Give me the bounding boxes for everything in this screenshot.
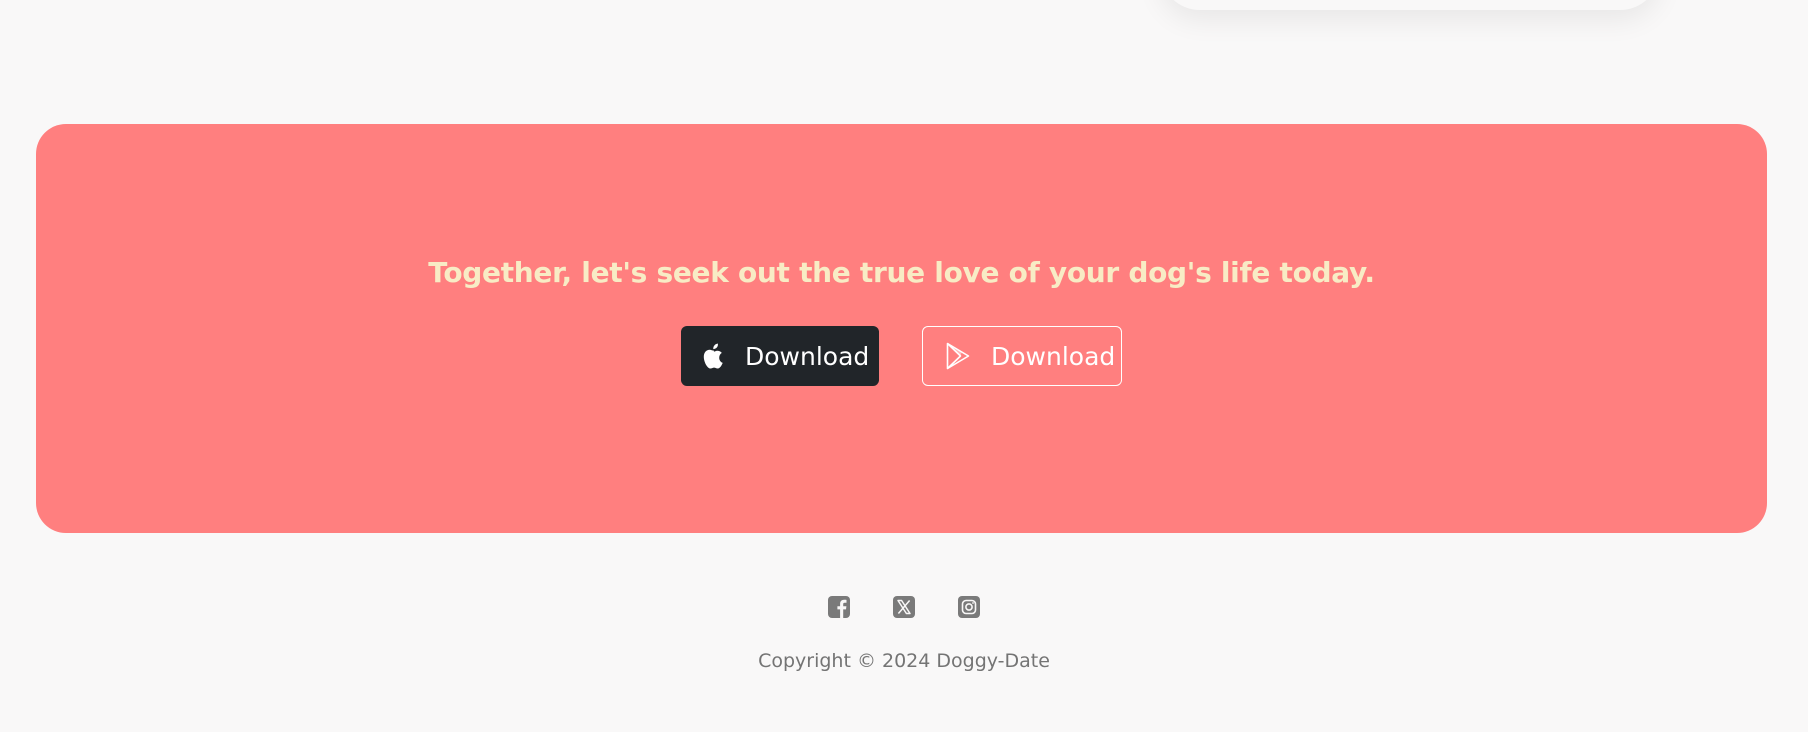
copyright-text: Copyright © 2024 Doggy-Date bbox=[758, 650, 1050, 672]
social-links bbox=[0, 596, 1808, 618]
instagram-icon[interactable] bbox=[958, 596, 980, 618]
google-play-icon bbox=[943, 341, 973, 371]
app-store-download-button[interactable]: Download bbox=[681, 326, 879, 386]
facebook-icon[interactable] bbox=[828, 596, 850, 618]
cta-banner: Together, let's seek out the true love o… bbox=[36, 124, 1767, 533]
x-twitter-icon[interactable] bbox=[893, 596, 915, 618]
top-card-shadow bbox=[1160, 0, 1660, 10]
apple-icon bbox=[699, 341, 729, 371]
google-play-download-button[interactable]: Download bbox=[922, 326, 1122, 386]
cta-heading: Together, let's seek out the true love o… bbox=[428, 256, 1375, 289]
google-play-download-label: Download bbox=[991, 341, 1116, 371]
app-store-download-label: Download bbox=[745, 341, 870, 371]
